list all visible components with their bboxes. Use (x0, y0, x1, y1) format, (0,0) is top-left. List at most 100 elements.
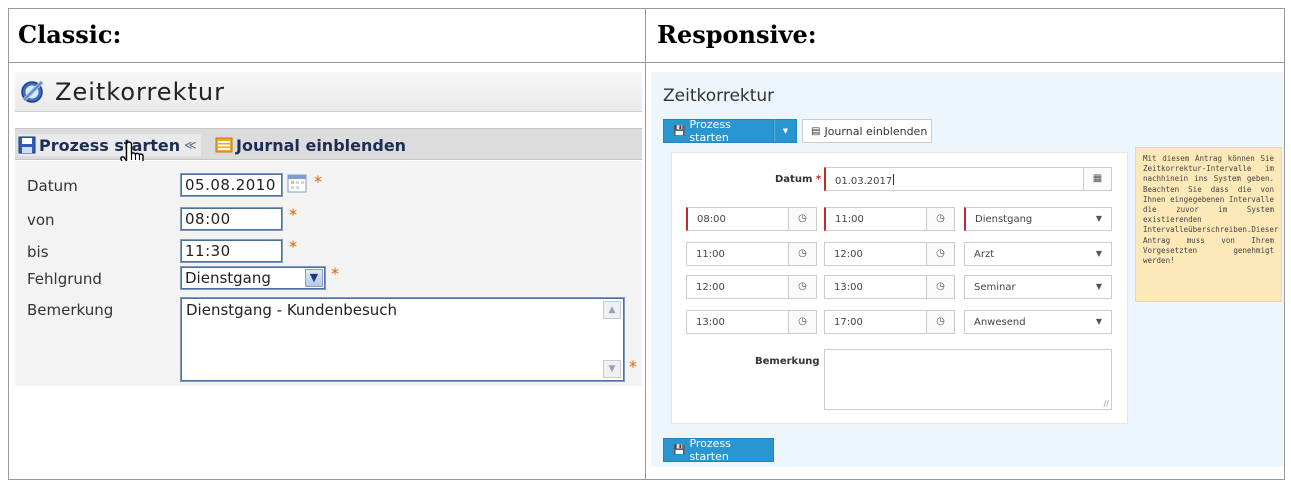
clock-icon[interactable]: ◷ (926, 243, 954, 265)
responsive-row-4-to-input[interactable]: 17:00 ◷ (824, 310, 955, 334)
responsive-row-3-reason-select[interactable]: Seminar ▼ (964, 275, 1112, 299)
clock-icon[interactable]: ◷ (926, 276, 954, 298)
clock-icon[interactable]: ◷ (788, 276, 816, 298)
table-border-left (8, 8, 9, 480)
save-icon: 💾 (673, 444, 686, 456)
classic-von-label: von (27, 211, 55, 229)
responsive-bemerkung-label: Bemerkung (755, 356, 820, 367)
responsive-row-2-from-input[interactable]: 11:00 ◷ (686, 242, 817, 266)
classic-bemerkung-label: Bemerkung (27, 301, 114, 319)
caret-down-icon: ▼ (1095, 282, 1102, 291)
clock-icon[interactable]: ◷ (788, 243, 816, 265)
classic-form: Datum 05.08.2010 * von 08:00 * bis 11:30… (15, 161, 642, 386)
responsive-header: Responsive: (657, 20, 817, 49)
classic-screen: Zeitkorrektur Prozess starten ≪ Journal … (15, 72, 642, 386)
classic-fehlgrund-label: Fehlgrund (27, 270, 102, 288)
table-header-divider (8, 62, 1285, 63)
classic-header: Classic: (18, 20, 122, 49)
scroll-down-icon[interactable]: ▼ (603, 360, 621, 378)
responsive-bottom-start-process-button[interactable]: 💾 Prozess starten (663, 437, 774, 463)
save-icon: 💾 (673, 125, 686, 137)
save-icon (18, 136, 36, 154)
classic-start-process-button[interactable]: Prozess starten ≪ (18, 134, 201, 156)
classic-datum-input[interactable]: 05.08.2010 (180, 173, 283, 197)
responsive-row-1-from-value: 08:00 (697, 214, 726, 225)
classic-page-title: Zeitkorrektur (55, 78, 225, 106)
responsive-datum-required: * (815, 174, 822, 185)
scroll-up-icon[interactable]: ▲ (603, 301, 621, 319)
classic-fehlgrund-select[interactable]: Dienstgang ▼ (180, 266, 326, 290)
classic-bemerkung-required: * (629, 357, 637, 376)
dropdown-arrow-icon[interactable]: ▼ (305, 269, 323, 287)
responsive-row-1-reason-value: Dienstgang (975, 214, 1033, 225)
responsive-page-title: Zeitkorrektur (663, 86, 775, 106)
responsive-row-4-from-value: 13:00 (696, 317, 725, 328)
responsive-start-process-button[interactable]: 💾 Prozess starten (663, 118, 774, 144)
classic-toolbar: Prozess starten ≪ Journal einblenden (15, 128, 642, 160)
classic-bemerkung-scrollbar[interactable]: ▲ ▼ (603, 301, 621, 378)
responsive-row-2-reason-select[interactable]: Arzt ▼ (964, 242, 1112, 266)
classic-bemerkung-value: Dienstgang - Kundenbesuch (186, 301, 398, 319)
caret-down-icon: ▼ (1095, 317, 1102, 326)
responsive-journal-label: Journal einblenden (824, 124, 928, 138)
clock-icon[interactable]: ◷ (788, 311, 816, 333)
calendar-icon[interactable] (287, 173, 307, 193)
responsive-row-3-from-value: 12:00 (696, 282, 725, 293)
classic-bis-required: * (289, 237, 297, 256)
responsive-screen: Zeitkorrektur 💾 Prozess starten ▼ ▤ Jour… (651, 72, 1284, 467)
responsive-row-4-from-input[interactable]: 13:00 ◷ (686, 310, 817, 334)
classic-fehlgrund-required: * (331, 264, 339, 283)
responsive-datum-label: Datum * (775, 174, 821, 185)
responsive-row-2-from-value: 11:00 (696, 249, 725, 260)
classic-datum-required: * (314, 172, 322, 191)
classic-title-icon (21, 80, 44, 103)
responsive-row-2-to-input[interactable]: 12:00 ◷ (824, 242, 955, 266)
classic-journal-label: Journal einblenden (236, 135, 407, 155)
classic-journal-button[interactable]: Journal einblenden (215, 134, 406, 156)
table-border-right (1284, 8, 1285, 480)
resize-grip-icon[interactable]: ∕∕ (1104, 399, 1109, 408)
clock-icon[interactable]: ◷ (788, 208, 816, 230)
classic-fehlgrund-value: Dienstgang (185, 269, 271, 287)
responsive-datum-value: 01.03.2017 (835, 176, 893, 187)
responsive-row-3-to-input[interactable]: 13:00 ◷ (824, 275, 955, 299)
responsive-journal-button[interactable]: ▤ Journal einblenden (802, 119, 932, 143)
responsive-row-3-reason-value: Seminar (974, 282, 1016, 293)
responsive-start-process-dropdown[interactable]: ▼ (774, 119, 797, 143)
responsive-row-4-reason-select[interactable]: Anwesend ▼ (964, 310, 1112, 334)
calendar-icon[interactable]: ▦ (1083, 168, 1111, 190)
table-border-top (8, 8, 1285, 9)
responsive-row-4-reason-value: Anwesend (974, 317, 1026, 328)
responsive-row-2-reason-value: Arzt (974, 249, 995, 260)
classic-bemerkung-textarea[interactable]: Dienstgang - Kundenbesuch ▲ ▼ (180, 297, 625, 382)
caret-down-icon: ▼ (1095, 249, 1102, 258)
table-column-divider (645, 8, 646, 480)
responsive-row-1-to-value: 11:00 (835, 214, 864, 225)
responsive-row-1-to-input[interactable]: 11:00 ◷ (824, 207, 955, 231)
caret-down-icon: ▼ (782, 127, 789, 135)
responsive-bemerkung-textarea[interactable]: ∕∕ (824, 349, 1112, 410)
responsive-start-process-label: Prozess starten (689, 118, 731, 144)
text-cursor (893, 174, 895, 185)
classic-start-process-label: Prozess starten (39, 135, 181, 155)
responsive-row-3-from-input[interactable]: 12:00 ◷ (686, 275, 817, 299)
responsive-row-2-to-value: 12:00 (834, 249, 863, 260)
responsive-row-1-from-input[interactable]: 08:00 ◷ (686, 207, 817, 231)
classic-von-required: * (289, 205, 297, 224)
journal-icon (215, 137, 233, 153)
responsive-info-note: Mit diesem Antrag können Sie Zeitkorrekt… (1135, 147, 1282, 302)
responsive-datum-input[interactable]: 01.03.2017 ▦ (824, 167, 1112, 191)
caret-down-icon: ▼ (1095, 214, 1102, 223)
responsive-row-4-to-value: 17:00 (834, 317, 863, 328)
responsive-form-panel: Datum * 01.03.2017 ▦ 08:00 ◷ 11:00 ◷ Die… (671, 152, 1128, 424)
responsive-datum-label-text: Datum (775, 174, 813, 185)
double-chevron-icon[interactable]: ≪ (184, 138, 197, 152)
classic-von-input[interactable]: 08:00 (180, 207, 283, 231)
responsive-row-3-to-value: 13:00 (834, 282, 863, 293)
responsive-row-1-reason-select[interactable]: Dienstgang ▼ (964, 207, 1112, 231)
responsive-bottom-start-process-label: Prozess starten (689, 437, 731, 463)
clock-icon[interactable]: ◷ (926, 311, 954, 333)
clock-icon[interactable]: ◷ (926, 208, 954, 230)
journal-icon: ▤ (811, 125, 821, 137)
classic-bis-input[interactable]: 11:30 (180, 239, 283, 263)
